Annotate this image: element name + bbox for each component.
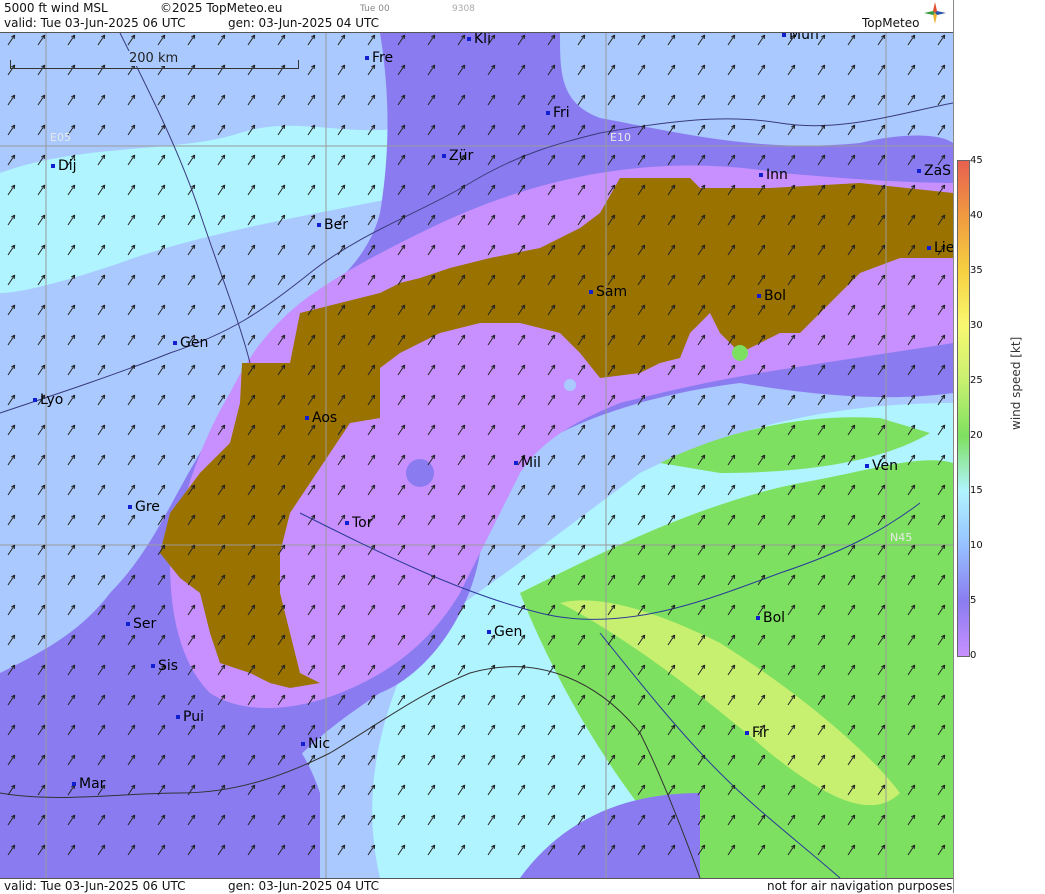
wind-map[interactable]: 200 km E05 E10 N45 Kli Mun Fre Fri Dij Z… [0, 33, 953, 878]
city-marker: Nic [301, 736, 330, 752]
city-marker: Fir [745, 725, 769, 741]
city-marker: Sis [151, 658, 178, 674]
map-header: 5000 ft wind MSL ©2025 TopMeteo.eu Tue 0… [0, 0, 953, 33]
legend-axis-label: wind speed [kt] [1009, 336, 1023, 430]
map-footer: valid: Tue 03-Jun-2025 06 UTC gen: 03-Ju… [0, 878, 953, 894]
city-marker: Gre [128, 499, 160, 515]
legend-tick: 15 [970, 485, 983, 496]
grid-label-lon-e05: E05 [50, 131, 71, 144]
legend-tick: 10 [970, 540, 983, 551]
city-marker: Pui [176, 709, 204, 725]
city-marker: Sam [589, 284, 627, 300]
city-marker: Lie [927, 240, 953, 256]
city-marker: Aos [305, 410, 337, 426]
legend-tick: 40 [970, 210, 983, 221]
legend-tick: 0 [970, 650, 977, 661]
legend-tick: 45 [970, 155, 983, 166]
generation-time: gen: 03-Jun-2025 04 UTC [228, 16, 380, 30]
city-marker: ZaS [917, 163, 951, 179]
copyright: ©2025 TopMeteo.eu [160, 1, 283, 15]
city-marker: Bol [756, 610, 785, 626]
disclaimer: not for air navigation purposes [767, 879, 953, 893]
legend-tick: 30 [970, 320, 983, 331]
legend-tick: 5 [970, 595, 977, 606]
legend-tick: 35 [970, 265, 983, 276]
legend-tick: 25 [970, 375, 983, 386]
logo-text: TopMeteo [862, 16, 920, 30]
city-marker: Zür [442, 148, 473, 164]
city-marker: Ser [126, 616, 156, 632]
city-marker: Lyo [33, 392, 63, 408]
tab-label: Tue 00 [360, 4, 390, 14]
city-marker: Dij [51, 158, 77, 174]
footer-generation-time: gen: 03-Jun-2025 04 UTC [228, 879, 380, 893]
scale-label: 200 km [127, 51, 181, 66]
compass-logo-icon [924, 2, 946, 24]
city-marker: Mar [72, 776, 105, 792]
map-code: 9308 [452, 4, 475, 14]
color-scale-bar [957, 160, 970, 657]
wind-speed-legend: 45 40 35 30 25 20 15 10 5 0 wind speed [… [953, 0, 1045, 893]
city-marker: Gen [487, 624, 522, 640]
wind-field [0, 33, 953, 878]
city-marker: Mun [782, 33, 819, 43]
city-marker: Tor [345, 515, 373, 531]
city-marker: Ven [865, 458, 898, 474]
legend-tick: 20 [970, 430, 983, 441]
grid-label-lon-e10: E10 [610, 131, 631, 144]
city-marker: Kli [467, 33, 491, 47]
city-marker: Inn [759, 167, 788, 183]
valid-time: valid: Tue 03-Jun-2025 06 UTC [4, 16, 186, 30]
city-marker: Ber [317, 217, 348, 233]
grid-label-lat-n45: N45 [890, 531, 913, 544]
city-marker: Fre [365, 50, 393, 66]
map-title: 5000 ft wind MSL [4, 1, 108, 15]
city-marker: Gen [173, 335, 208, 351]
footer-valid-time: valid: Tue 03-Jun-2025 06 UTC [4, 879, 186, 893]
city-marker: Mil [514, 455, 541, 471]
city-marker: Fri [546, 105, 570, 121]
city-marker: Bol [757, 288, 786, 304]
